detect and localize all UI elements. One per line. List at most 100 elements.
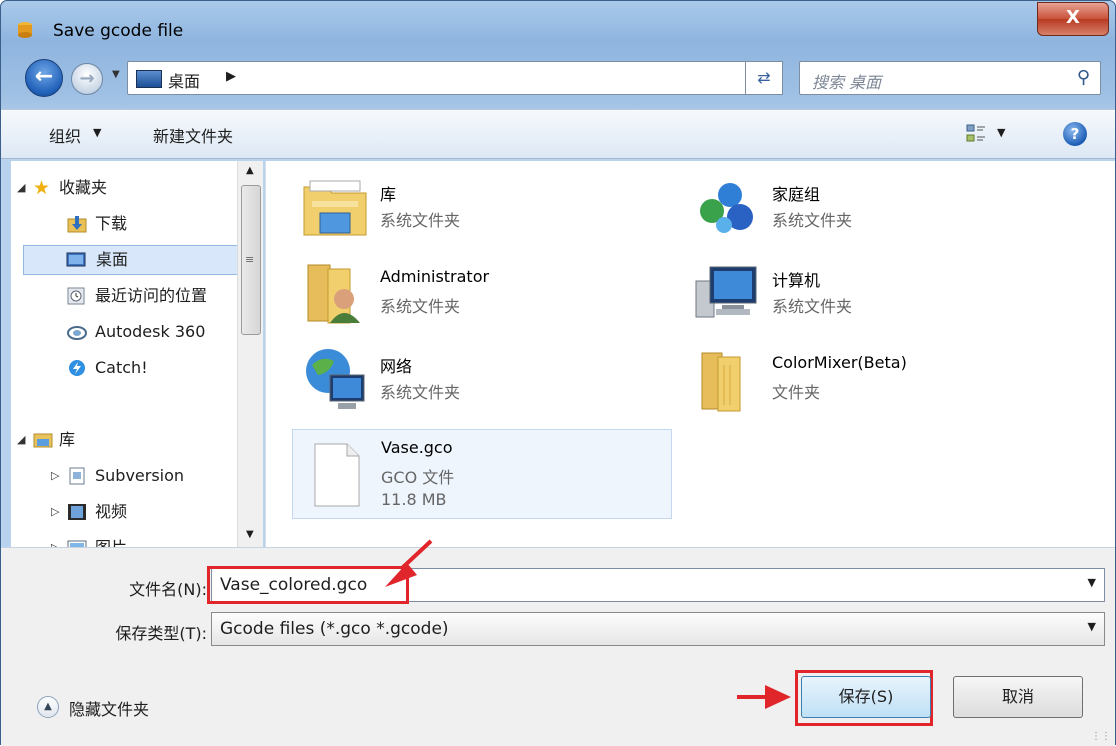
address-location[interactable]: 桌面	[168, 68, 200, 92]
refresh-icon: ⇄	[757, 68, 771, 87]
gco-file-icon	[314, 443, 360, 507]
folder-icon	[701, 352, 741, 412]
save-button[interactable]: 保存(S)	[801, 676, 931, 718]
sidebar-item-autodesk[interactable]: Autodesk 360	[67, 317, 245, 347]
item-type: 系统文件夹	[380, 297, 461, 316]
sidebar-favorites[interactable]: ◢ ★ 收藏夹	[17, 173, 237, 203]
list-item[interactable]: 家庭组 系统文件夹	[684, 169, 1064, 249]
video-library-icon	[68, 504, 86, 520]
save-dialog: Save gcode file X ← → ▼ 桌面 ▶ ▼ ⇄ 搜索 桌面 ⚲…	[0, 0, 1116, 746]
hide-folders-toggle[interactable]: 隐藏文件夹	[69, 696, 149, 720]
forward-arrow-icon: →	[79, 68, 95, 89]
sidebar-item-label: 库	[59, 430, 76, 449]
forward-button[interactable]: →	[71, 63, 103, 95]
expand-arrow-icon[interactable]: ▷	[51, 461, 59, 491]
sidebar-item-downloads[interactable]: 下载	[67, 209, 237, 239]
organize-dropdown-icon[interactable]: ▼	[93, 126, 101, 139]
resize-grip-icon[interactable]: ⋮⋮	[1091, 731, 1111, 742]
item-type: 系统文件夹	[772, 297, 853, 316]
recent-places-icon	[67, 287, 85, 305]
help-icon[interactable]: ?	[1063, 122, 1087, 146]
list-item[interactable]: 网络 系统文件夹	[292, 341, 672, 421]
sidebar-item-subversion[interactable]: ▷ Subversion	[51, 461, 245, 491]
item-name: 计算机	[772, 271, 821, 290]
sidebar-item-label: Catch!	[95, 358, 148, 377]
library-folder-icon	[303, 180, 367, 236]
list-item[interactable]: Vase.gco GCO 文件 11.8 MB	[292, 429, 672, 519]
sidebar-item-label: 桌面	[96, 250, 129, 269]
view-dropdown-icon[interactable]: ▼	[997, 126, 1005, 139]
item-size: 11.8 MB	[381, 490, 447, 509]
item-name: 网络	[380, 357, 413, 376]
user-folder-icon	[307, 264, 360, 324]
item-name: Vase.gco	[381, 438, 453, 457]
window-title: Save gcode file	[53, 21, 184, 41]
back-button[interactable]: ←	[25, 59, 63, 97]
sidebar-item-label: 最近访问的位置	[95, 286, 208, 305]
sidebar-libraries[interactable]: ◢ 库	[17, 425, 237, 455]
item-type: 文件夹	[772, 383, 821, 402]
picture-library-icon	[67, 540, 87, 547]
view-options-icon[interactable]	[965, 122, 987, 144]
sidebar-item-label: 视频	[95, 502, 128, 521]
history-dropdown-icon[interactable]: ▼	[112, 69, 120, 80]
collapse-arrow-icon[interactable]: ◢	[17, 425, 25, 455]
collapse-up-icon[interactable]: ▲	[37, 696, 59, 718]
star-icon: ★	[33, 177, 51, 199]
address-bar[interactable]: 桌面 ▶ ▼	[127, 61, 773, 95]
sidebar-item-recent[interactable]: 最近访问的位置	[67, 281, 245, 311]
computer-icon	[695, 266, 757, 318]
collapse-arrow-icon[interactable]: ◢	[17, 173, 25, 203]
sidebar-item-label: 收藏夹	[59, 178, 108, 197]
list-item[interactable]: 计算机 系统文件夹	[684, 255, 1064, 335]
sidebar-item-label: 下载	[95, 214, 128, 233]
close-button[interactable]: X	[1037, 2, 1109, 36]
document-library-icon	[69, 467, 85, 485]
filetype-value[interactable]: Gcode files (*.gco *.gcode)	[220, 619, 449, 639]
save-form: 文件名(N): Vase_colored.gco ▼ 保存类型(T): Gcod…	[1, 547, 1115, 746]
filetype-select[interactable]: Gcode files (*.gco *.gcode) ▼	[211, 612, 1105, 646]
back-arrow-icon: ←	[34, 64, 54, 89]
list-item[interactable]: 库 系统文件夹	[292, 169, 672, 249]
desktop-icon	[66, 252, 86, 267]
title-bar: Save gcode file X	[1, 1, 1115, 47]
search-icon[interactable]: ⚲	[1077, 67, 1090, 88]
sidebar-scrollbar[interactable]: ▲ ≡ ▼	[237, 161, 263, 547]
cancel-button[interactable]: 取消	[953, 676, 1083, 718]
organize-button[interactable]: 组织	[49, 123, 81, 147]
filename-dropdown-icon[interactable]: ▼	[1088, 576, 1096, 589]
item-name: 库	[380, 185, 397, 204]
annotation-highlight-filename	[207, 566, 409, 604]
filename-label: 文件名(N):	[129, 580, 207, 599]
filetype-dropdown-icon[interactable]: ▼	[1088, 620, 1096, 633]
item-type: GCO 文件	[381, 468, 455, 487]
expand-arrow-icon[interactable]: ▷	[51, 533, 59, 547]
command-bar: 组织 ▼ 新建文件夹 ▼ ?	[1, 109, 1115, 159]
item-type: 系统文件夹	[772, 211, 853, 230]
list-item[interactable]: ColorMixer(Beta) 文件夹	[684, 341, 1064, 421]
sidebar-item-catch[interactable]: Catch!	[67, 353, 245, 383]
sidebar-item-pictures[interactable]: ▷ 图片	[51, 533, 245, 547]
scroll-grip-icon: ≡	[245, 253, 255, 266]
search-box[interactable]: 搜索 桌面 ⚲	[799, 61, 1101, 95]
item-type: 系统文件夹	[380, 211, 461, 230]
item-name: 家庭组	[772, 185, 821, 204]
sidebar-item-videos[interactable]: ▷ 视频	[51, 497, 245, 527]
file-list: 库 系统文件夹 家庭组 系统文件夹 Administrator 系统文件夹 计算…	[265, 161, 1115, 547]
breadcrumb-chevron-icon[interactable]: ▶	[226, 69, 236, 84]
new-folder-button[interactable]: 新建文件夹	[153, 123, 233, 147]
expand-arrow-icon[interactable]: ▷	[51, 497, 59, 527]
refresh-button[interactable]: ⇄	[745, 61, 783, 95]
app-icon	[18, 22, 32, 38]
scroll-down-icon[interactable]: ▼	[246, 529, 254, 540]
search-input[interactable]: 搜索 桌面	[812, 69, 881, 93]
homegroup-icon	[700, 183, 753, 233]
navigation-pane: ◢ ★ 收藏夹 下载 桌面 最近访问的位置 Autodesk 360 Catch…	[11, 161, 247, 547]
sidebar-item-desktop[interactable]: 桌面	[23, 245, 245, 275]
scroll-up-icon[interactable]: ▲	[246, 165, 254, 176]
item-name: Administrator	[380, 267, 490, 286]
library-icon	[33, 433, 53, 448]
list-item[interactable]: Administrator 系统文件夹	[292, 255, 672, 335]
sidebar-item-label: Autodesk 360	[95, 322, 206, 341]
download-folder-icon	[67, 216, 87, 233]
